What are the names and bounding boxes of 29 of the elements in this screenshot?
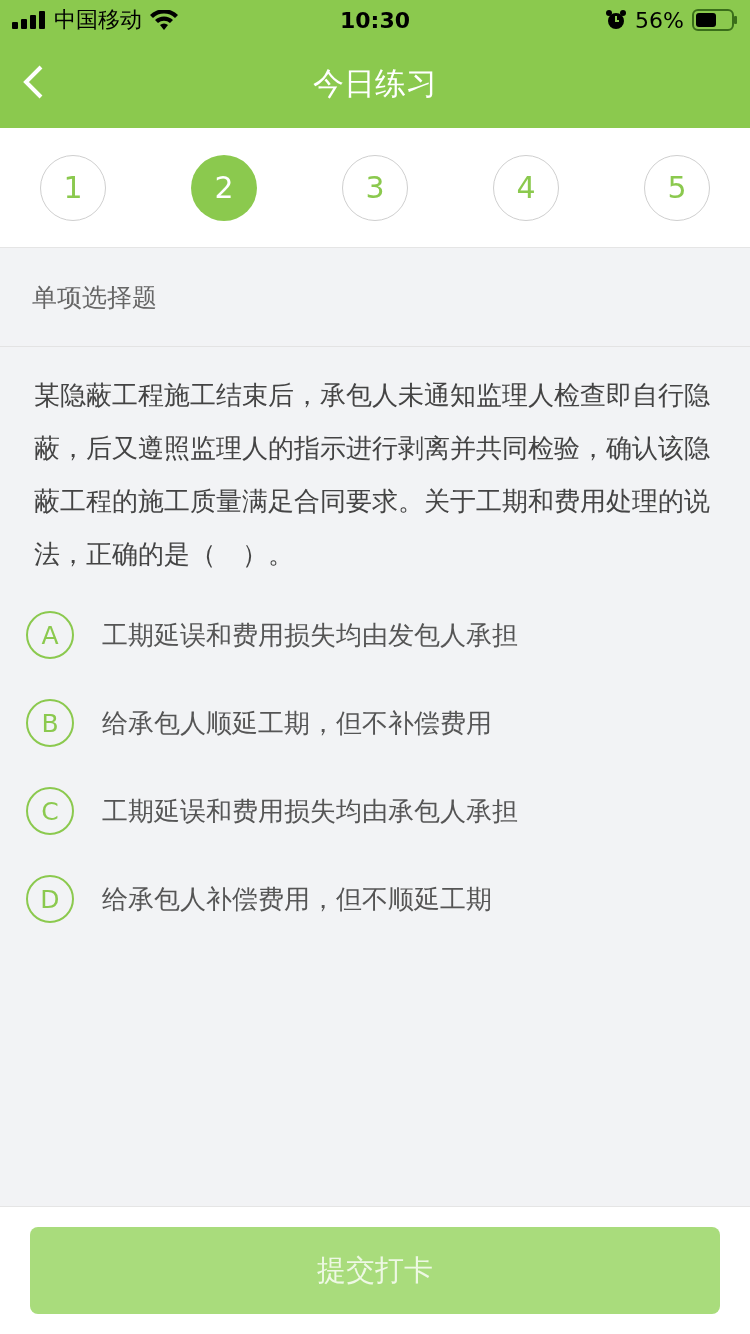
question-number-tab[interactable]: 2 [191, 154, 257, 221]
back-button[interactable] [22, 64, 44, 100]
signal-icon [12, 11, 46, 29]
question-number-tab[interactable]: 5 [644, 154, 710, 221]
option-text: 工期延误和费用损失均由承包人承担 [102, 794, 518, 828]
alarm-clock-icon [605, 9, 628, 31]
question-number-tab[interactable]: 4 [493, 154, 559, 221]
option-text: 工期延误和费用损失均由发包人承担 [102, 618, 518, 652]
option-text: 给承包人顺延工期，但不补偿费用 [102, 706, 492, 740]
answer-option[interactable]: A 工期延误和费用损失均由发包人承担 [0, 591, 750, 679]
battery-percent: 56% [635, 7, 684, 33]
option-letter: B [26, 699, 74, 747]
answer-option[interactable]: C 工期延误和费用损失均由承包人承担 [0, 767, 750, 855]
option-letter: D [26, 875, 74, 923]
option-letter: C [26, 787, 74, 835]
question-text: 某隐蔽工程施工结束后，承包人未通知监理人检查即自行隐蔽，后又遵照监理人的指示进行剥离并共同检验，确认该隐蔽工程的施工质量满足合同要求。关于工期和费用处理的说法，正确的是（ ）。 [33, 379, 711, 571]
option-text: 给承包人补偿费用，但不顺延工期 [102, 882, 492, 916]
question-number-tab[interactable]: 1 [40, 154, 106, 221]
page-title: 今日练习 [313, 64, 437, 103]
question-number-tab[interactable]: 3 [342, 154, 408, 221]
answer-option[interactable]: D 给承包人补偿费用，但不顺延工期 [0, 855, 750, 943]
option-letter: A [26, 611, 74, 659]
wifi-icon [150, 10, 178, 30]
battery-icon [692, 9, 738, 31]
chevron-left-icon [22, 64, 44, 100]
status-time: 10:30 [340, 7, 410, 33]
answer-option[interactable]: B 给承包人顺延工期，但不补偿费用 [0, 679, 750, 767]
carrier-name: 中国移动 [54, 6, 142, 34]
question-type: 单项选择题 [32, 281, 157, 314]
